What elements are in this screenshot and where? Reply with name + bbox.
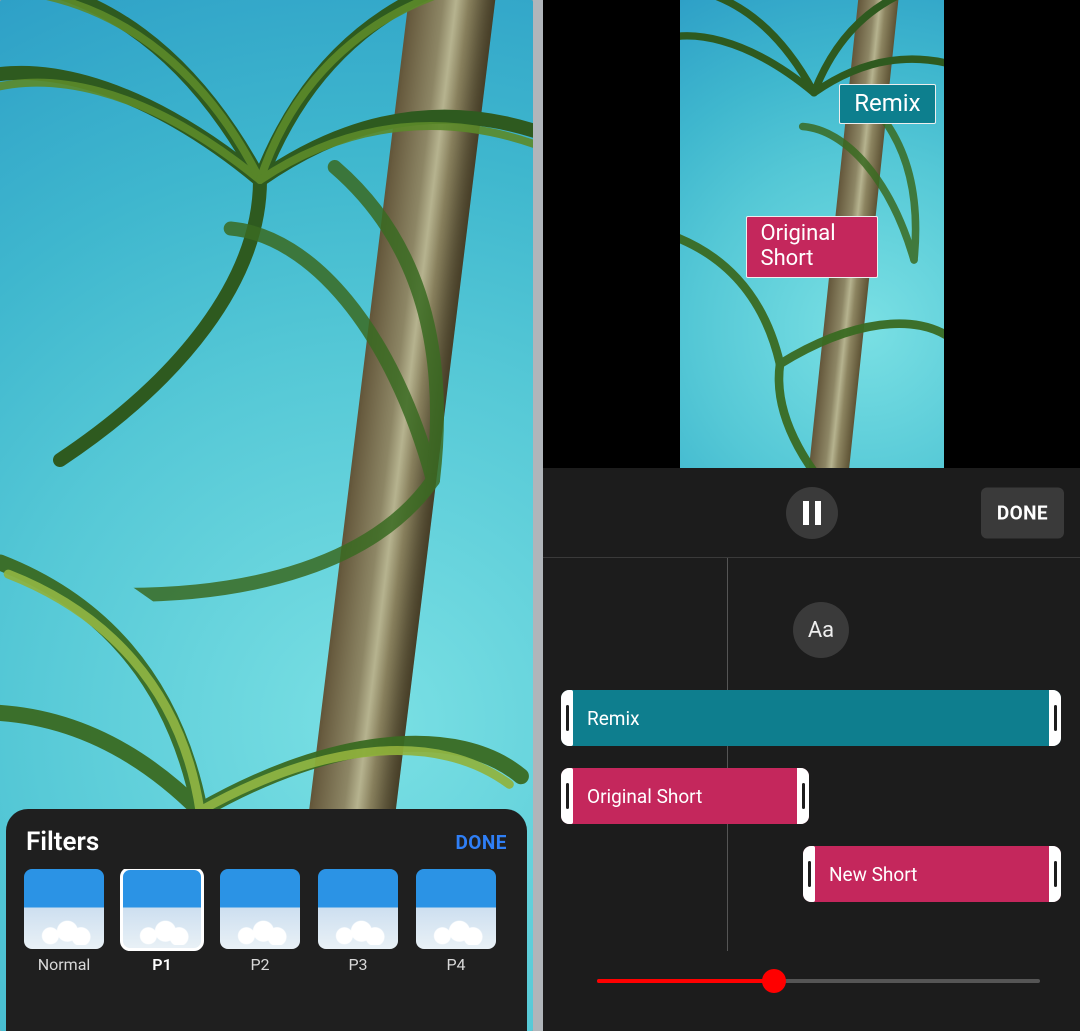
filter-thumb[interactable] (24, 869, 104, 949)
filters-screen: Filters DONE Normal P1 P2 P3 (0, 0, 533, 1031)
filters-done-button[interactable]: DONE (455, 831, 507, 854)
timeline-area: Aa Remix Original Short (543, 558, 1080, 1031)
clip-label: Original Short (573, 785, 797, 808)
filter-label: P2 (250, 955, 269, 974)
pause-icon (815, 501, 821, 525)
clip-label: Remix (573, 707, 1049, 730)
filter-label: P3 (348, 955, 367, 974)
playback-controls: DONE (543, 468, 1080, 558)
clip-remix[interactable]: Remix (561, 690, 1061, 746)
clip-handle-left[interactable] (561, 690, 573, 746)
filter-thumb[interactable] (416, 869, 496, 949)
filter-label: P4 (446, 955, 465, 974)
track-row: Remix (543, 690, 1080, 746)
zoom-slider[interactable] (597, 969, 1040, 993)
filter-option-p4[interactable]: P4 (416, 869, 496, 974)
track-row: Original Short (543, 768, 1080, 824)
clip-new-short[interactable]: New Short (803, 846, 1061, 902)
filters-title: Filters (26, 827, 99, 857)
timeline-screen: Remix Original Short DONE Aa Remix (543, 0, 1080, 1031)
video-preview[interactable]: Remix Original Short (680, 0, 944, 468)
filter-option-p1[interactable]: P1 (122, 869, 202, 974)
filter-thumb[interactable] (220, 869, 300, 949)
add-text-button[interactable]: Aa (793, 602, 849, 658)
clip-original-short[interactable]: Original Short (561, 768, 809, 824)
slider-thumb[interactable] (762, 969, 786, 993)
filter-label: P1 (152, 955, 171, 974)
clip-handle-right[interactable] (797, 768, 809, 824)
clip-handle-left[interactable] (561, 768, 573, 824)
filter-thumbnails[interactable]: Normal P1 P2 P3 P4 (20, 869, 513, 974)
track-row: New Short (543, 846, 1080, 902)
filter-option-p3[interactable]: P3 (318, 869, 398, 974)
clip-handle-right[interactable] (1049, 690, 1061, 746)
filter-label: Normal (38, 955, 91, 974)
filter-option-normal[interactable]: Normal (24, 869, 104, 974)
clip-handle-left[interactable] (803, 846, 815, 902)
clip-handle-right[interactable] (1049, 846, 1061, 902)
overlay-chip-remix[interactable]: Remix (839, 84, 935, 124)
pause-icon (803, 501, 809, 525)
filter-thumb[interactable] (318, 869, 398, 949)
video-preview-area: Remix Original Short (543, 0, 1080, 468)
pause-button[interactable] (786, 487, 838, 539)
slider-fill (597, 979, 774, 983)
filters-panel: Filters DONE Normal P1 P2 P3 (6, 809, 527, 1031)
overlay-chip-original[interactable]: Original Short (746, 216, 878, 278)
clip-label: New Short (815, 863, 1049, 886)
timeline-tracks: Remix Original Short New Short (543, 690, 1080, 902)
timeline-done-button[interactable]: DONE (981, 487, 1064, 538)
filter-thumb[interactable] (122, 869, 202, 949)
pane-divider (533, 0, 543, 1031)
filter-option-p2[interactable]: P2 (220, 869, 300, 974)
